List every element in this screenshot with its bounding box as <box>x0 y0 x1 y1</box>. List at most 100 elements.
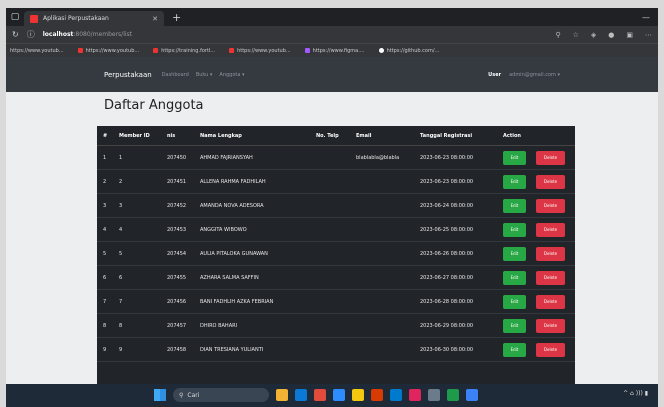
header-no: # <box>103 132 108 139</box>
cell-no: 3 <box>103 202 107 209</box>
extension-icon[interactable]: ◈ <box>591 31 596 39</box>
cell-action: Edit Delete <box>503 150 575 165</box>
cell-action: Edit Delete <box>503 174 575 189</box>
cell-nis: 207456 <box>167 298 187 305</box>
cell-member-id: 8 <box>119 322 123 329</box>
edit-button[interactable]: Edit <box>503 270 526 285</box>
app-navbar: Perpustakaan Dashboard Buku ▾ Anggota ▾ … <box>6 57 658 92</box>
bookmark-item[interactable]: https://www.figma.... <box>304 47 365 54</box>
edit-button[interactable]: Edit <box>503 198 526 213</box>
bookmark-item[interactable]: https://github.com/... <box>378 47 440 54</box>
excel-icon[interactable] <box>447 389 459 401</box>
cell-nis: 207452 <box>167 202 187 209</box>
new-tab-icon[interactable]: + <box>172 11 181 24</box>
bookmark-label: https://github.com/... <box>386 47 440 54</box>
taskbar-search[interactable]: ⚲ Cari <box>173 388 269 402</box>
cell-no: 6 <box>103 274 107 281</box>
delete-button[interactable]: Delete <box>536 198 565 213</box>
edit-button[interactable]: Edit <box>503 222 526 237</box>
cell-no: 5 <box>103 250 107 257</box>
edit-button[interactable]: Edit <box>503 246 526 261</box>
youtube-icon <box>77 48 83 53</box>
bookmark-item[interactable]: https://www.youtub... <box>10 48 64 54</box>
edit-button[interactable]: Edit <box>503 294 526 309</box>
folder-icon[interactable] <box>352 389 364 401</box>
user-email: admin@gmail.com ▾ <box>509 71 560 78</box>
cell-nis: 207454 <box>167 250 187 257</box>
minimize-icon[interactable]: — <box>642 13 658 22</box>
bookmark-label: https://www.figma.... <box>312 47 365 54</box>
url-path: :8080/members/list <box>73 31 133 38</box>
reload-icon[interactable]: ↻ <box>12 30 19 39</box>
app-icon[interactable] <box>371 389 383 401</box>
url-input[interactable]: localhost:8080/members/list <box>43 31 548 38</box>
nav-link-buku[interactable]: Buku ▾ <box>196 72 213 78</box>
browser-tab[interactable]: Aplikasi Perpustakaan ✕ <box>24 11 164 26</box>
navbar-brand[interactable]: Perpustakaan <box>104 71 152 79</box>
cell-action: Edit Delete <box>503 342 575 357</box>
bookmarks-bar: https://www.youtub... https://www.youtub… <box>6 43 658 57</box>
zoom-icon[interactable]: ⚲ <box>555 31 560 39</box>
cell-nama: DHIRO BAHARI <box>200 322 238 329</box>
system-tray[interactable]: ^ ⌂ ))) ▮ <box>623 390 648 397</box>
delete-button[interactable]: Delete <box>536 150 565 165</box>
bookmark-item[interactable]: https://www.youtub... <box>77 48 139 54</box>
edit-button[interactable]: Edit <box>503 318 526 333</box>
nav-link-anggota[interactable]: Anggota ▾ <box>219 72 244 78</box>
cell-action: Edit Delete <box>503 222 575 237</box>
edit-button[interactable]: Edit <box>503 342 526 357</box>
bookmark-item[interactable]: https://training.fortl... <box>153 48 215 54</box>
table-row: 6 6 207455 AZHARA SALMA SAFFIN 2023-06-27 08… <box>97 266 575 290</box>
file-explorer-icon[interactable] <box>276 389 288 401</box>
windows-start-icon[interactable] <box>154 389 166 401</box>
vscode-icon[interactable] <box>390 389 402 401</box>
cell-nis: 207457 <box>167 322 187 329</box>
figma-icon <box>304 48 310 53</box>
collections-icon[interactable]: ▣ <box>626 31 633 39</box>
site-info-icon[interactable]: ⓘ <box>27 29 35 40</box>
delete-button[interactable]: Delete <box>536 222 565 237</box>
search-placeholder: Cari <box>187 391 200 399</box>
store-icon[interactable] <box>333 389 345 401</box>
cell-tanggal: 2023-06-29 08:00:00 <box>420 322 474 329</box>
cell-action: Edit Delete <box>503 294 575 309</box>
delete-button[interactable]: Delete <box>536 270 565 285</box>
url-host: localhost <box>42 31 74 38</box>
table-row: 9 9 207458 DIAN TRESIANA YULIANTI 2023-06-30… <box>97 338 575 362</box>
edit-button[interactable]: Edit <box>503 174 526 189</box>
user-label: User <box>488 71 502 78</box>
app-icon[interactable] <box>409 389 421 401</box>
cell-tanggal: 2023-06-30 08:00:00 <box>420 346 474 353</box>
table-row: 4 4 207453 ANGGITA WIBOWO 2023-06-25 08:00:0… <box>97 218 575 242</box>
cell-nama: DIAN TRESIANA YULIANTI <box>200 346 264 353</box>
cell-member-id: 9 <box>119 346 123 353</box>
profile-icon[interactable]: ● <box>608 31 614 39</box>
delete-button[interactable]: Delete <box>536 318 565 333</box>
favorite-star-icon[interactable]: ☆ <box>573 31 579 39</box>
delete-button[interactable]: Delete <box>536 342 565 357</box>
cell-no: 4 <box>103 226 107 233</box>
user-menu[interactable]: User admin@gmail.com ▾ <box>488 72 560 78</box>
cell-tanggal: 2023-06-28 08:00:00 <box>420 298 474 305</box>
cell-nama: ALLENA RAHMA FADHILAH <box>200 178 266 185</box>
window-menu-icon[interactable]: ▢ <box>6 12 24 22</box>
more-icon[interactable]: ⋯ <box>645 31 652 39</box>
delete-button[interactable]: Delete <box>536 174 565 189</box>
cell-member-id: 7 <box>119 298 123 305</box>
cell-action: Edit Delete <box>503 318 575 333</box>
office-icon[interactable] <box>314 389 326 401</box>
close-tab-icon[interactable]: ✕ <box>152 15 158 23</box>
edge-icon[interactable] <box>295 389 307 401</box>
header-tanggal: Tanggal Registrasi <box>420 132 473 139</box>
app-icon[interactable] <box>466 389 478 401</box>
delete-button[interactable]: Delete <box>536 246 565 261</box>
bookmark-item[interactable]: https://www.youtub... <box>229 48 291 54</box>
cell-nama: AZHARA SALMA SAFFIN <box>200 274 259 281</box>
edit-button[interactable]: Edit <box>503 150 526 165</box>
bookmark-label: https://training.fortl... <box>161 47 216 54</box>
delete-button[interactable]: Delete <box>536 294 565 309</box>
page-title: Daftar Anggota <box>104 98 204 113</box>
cell-action: Edit Delete <box>503 246 575 261</box>
app-icon[interactable] <box>428 389 440 401</box>
nav-link-dashboard[interactable]: Dashboard <box>162 72 189 78</box>
